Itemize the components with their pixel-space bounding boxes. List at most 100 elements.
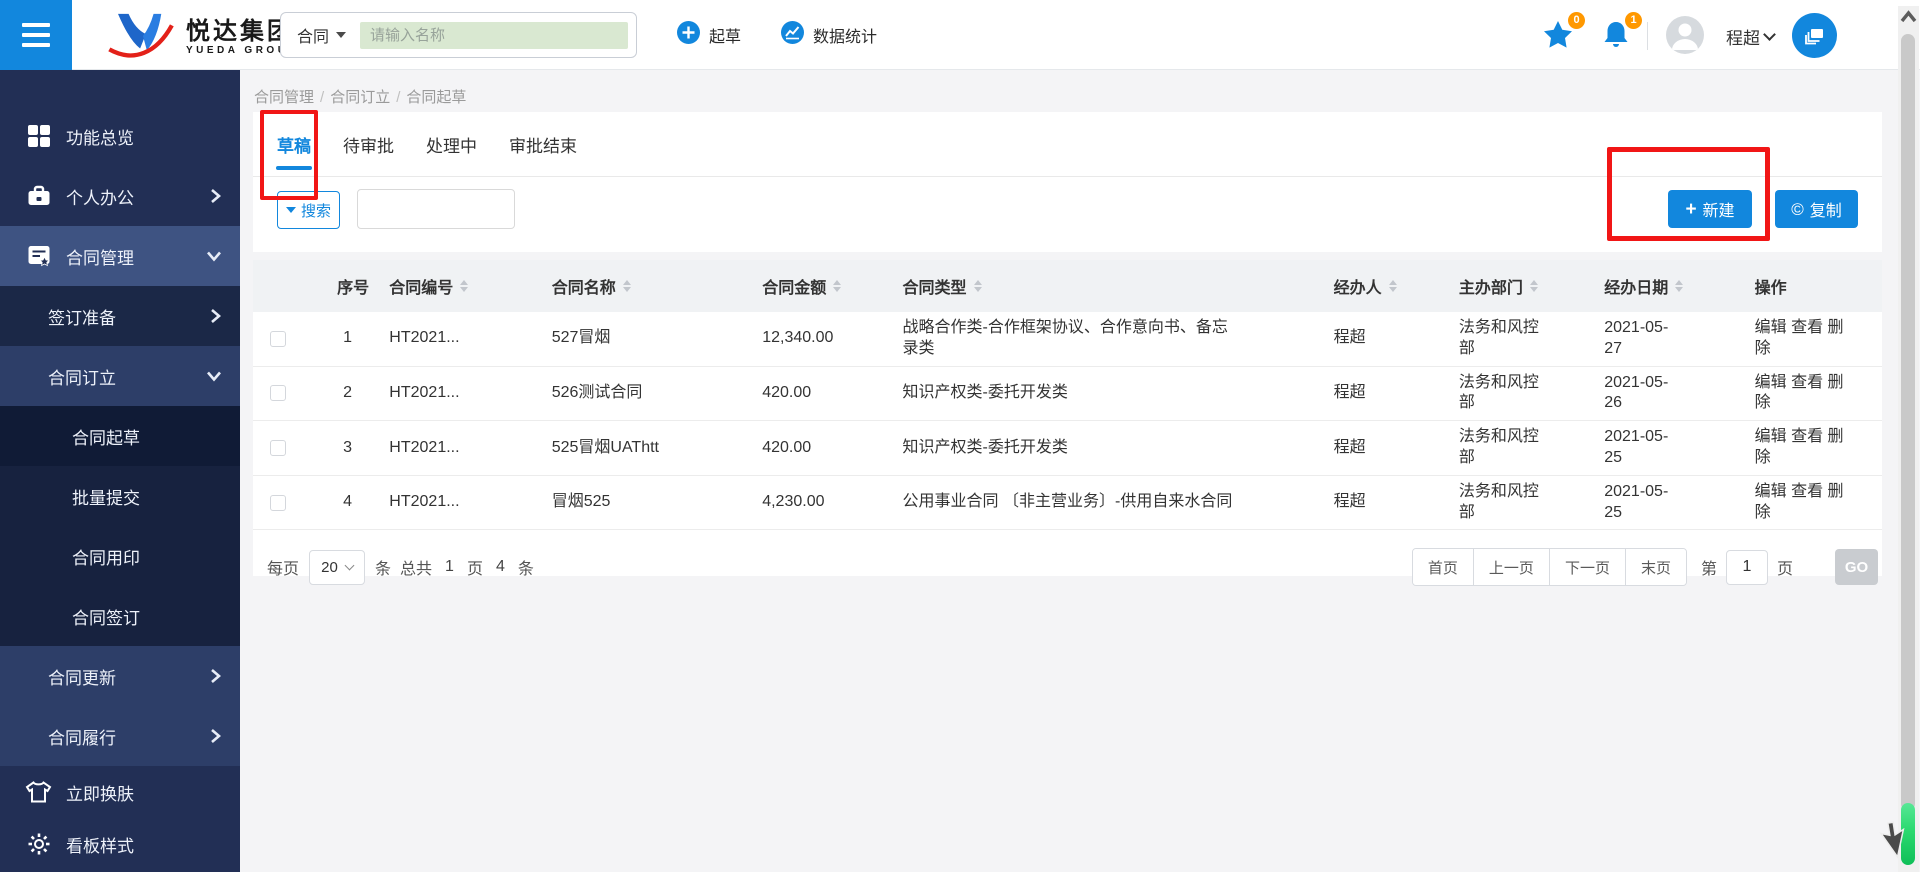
- sidebar-item-12[interactable]: 看板样式: [0, 818, 240, 870]
- column-header-name[interactable]: 合同名称: [544, 260, 755, 312]
- column-label: 经办人: [1334, 274, 1382, 298]
- sidebar-item-11[interactable]: 立即换肤: [0, 766, 240, 818]
- avatar[interactable]: [1666, 16, 1704, 54]
- sidebar-item-0[interactable]: 功能总览: [0, 106, 240, 166]
- checkbox-cell: [253, 312, 313, 366]
- sidebar-item-label: 功能总览: [66, 124, 134, 149]
- sort-icon[interactable]: [833, 280, 841, 292]
- tab-草稿[interactable]: 草稿: [277, 112, 311, 177]
- prev-page-button[interactable]: 上一页: [1473, 549, 1549, 585]
- go-button[interactable]: GO: [1835, 549, 1878, 585]
- breadcrumb-item[interactable]: 合同管理: [254, 89, 314, 106]
- header-divider: [1647, 22, 1648, 50]
- chevron-right-icon: [209, 188, 222, 204]
- ops-cell: 编辑 查看 删除: [1747, 366, 1882, 421]
- vertical-scrollbar[interactable]: [1898, 6, 1919, 872]
- amount-cell: 420.00: [754, 421, 894, 476]
- page-label: 页: [467, 555, 483, 579]
- column-header-date[interactable]: 经办日期: [1596, 260, 1746, 312]
- sort-icon[interactable]: [1389, 280, 1397, 292]
- ops-cell: 编辑 查看 删除: [1747, 312, 1882, 366]
- sidebar-item-10[interactable]: 合同履行: [0, 706, 240, 766]
- sidebar-item-label: 立即换肤: [66, 780, 134, 805]
- dept-cell: 法务和风控部: [1451, 366, 1596, 421]
- tab-待审批[interactable]: 待审批: [343, 112, 394, 177]
- favorites-badge: 0: [1568, 12, 1585, 29]
- edit-link[interactable]: 编辑: [1755, 428, 1787, 445]
- new-button[interactable]: + 新建: [1668, 190, 1752, 228]
- next-page-button[interactable]: 下一页: [1549, 549, 1625, 585]
- breadcrumb-item[interactable]: 合同订立: [330, 89, 390, 106]
- code-cell: HT2021...: [381, 421, 543, 476]
- search-category-dropdown[interactable]: 合同: [281, 23, 360, 47]
- sidebar-item-1[interactable]: 个人办公: [0, 166, 240, 226]
- scroll-marker-green: [1901, 803, 1915, 865]
- page-jump-input[interactable]: [1726, 550, 1768, 585]
- sidebar-item-3[interactable]: 签订准备: [0, 286, 240, 346]
- edit-link[interactable]: 编辑: [1755, 319, 1787, 336]
- edit-link[interactable]: 编辑: [1755, 483, 1787, 500]
- column-header-dept[interactable]: 主办部门: [1451, 260, 1596, 312]
- sidebar-item-5-active[interactable]: 合同起草: [0, 406, 240, 466]
- copy-button[interactable]: © 复制: [1775, 190, 1858, 228]
- notifications-button[interactable]: 1: [1602, 20, 1630, 55]
- statistics-button[interactable]: 数据统计: [781, 21, 877, 49]
- index-cell: 4: [313, 475, 381, 530]
- column-header-code[interactable]: 合同编号: [381, 260, 543, 312]
- sidebar-item-9[interactable]: 合同更新: [0, 646, 240, 706]
- tab-处理中[interactable]: 处理中: [426, 112, 477, 177]
- sidebar-item-label: 合同更新: [48, 664, 116, 689]
- filter-input[interactable]: [357, 189, 515, 229]
- sort-icon[interactable]: [460, 280, 468, 292]
- sidebar-item-8[interactable]: 合同签订: [0, 586, 240, 646]
- view-link[interactable]: 查看: [1791, 428, 1823, 445]
- sidebar-item-4[interactable]: 合同订立: [0, 346, 240, 406]
- breadcrumb-separator: /: [396, 89, 400, 106]
- column-header-type[interactable]: 合同类型: [895, 260, 1326, 312]
- edit-link[interactable]: 编辑: [1755, 374, 1787, 391]
- checkbox-cell: [253, 366, 313, 421]
- column-header-handler[interactable]: 经办人: [1326, 260, 1451, 312]
- top-header: 悦达集团 YUEDA GROUP 合同 请输入名称 起草: [0, 0, 1920, 70]
- company-logo: 悦达集团 YUEDA GROUP: [108, 10, 299, 65]
- page-size-select[interactable]: 20: [309, 550, 365, 585]
- type-cell: 知识产权类-委托开发类: [895, 366, 1326, 421]
- sidebar-item-6[interactable]: 批量提交: [0, 466, 240, 526]
- view-link[interactable]: 查看: [1791, 319, 1823, 336]
- row-checkbox[interactable]: [270, 385, 286, 401]
- sidebar-item-2[interactable]: 合同管理: [0, 226, 240, 286]
- scroll-up-icon[interactable]: [1900, 10, 1917, 29]
- table-row-2: 2HT2021...526测试合同420.00知识产权类-委托开发类程超法务和风…: [253, 366, 1882, 421]
- view-link[interactable]: 查看: [1791, 483, 1823, 500]
- amount-cell: 12,340.00: [754, 312, 894, 366]
- view-link[interactable]: 查看: [1791, 374, 1823, 391]
- breadcrumb-item[interactable]: 合同起草: [406, 89, 466, 106]
- column-header-amount[interactable]: 合同金额: [754, 260, 894, 312]
- workspace-switcher-button[interactable]: [1792, 13, 1837, 58]
- favorites-button[interactable]: 0: [1543, 20, 1573, 54]
- last-page-button[interactable]: 末页: [1625, 549, 1686, 585]
- menu-toggle-button[interactable]: [0, 0, 72, 70]
- search-input[interactable]: 请输入名称: [360, 22, 628, 49]
- sidebar-item-7[interactable]: 合同用印: [0, 526, 240, 586]
- user-menu[interactable]: 程超: [1726, 24, 1774, 49]
- row-checkbox[interactable]: [270, 495, 286, 511]
- row-checkbox[interactable]: [270, 440, 286, 456]
- sort-icon[interactable]: [974, 280, 982, 292]
- sort-icon[interactable]: [623, 280, 631, 292]
- sort-icon[interactable]: [1675, 280, 1683, 292]
- tab-审批结束[interactable]: 审批结束: [509, 112, 577, 177]
- checkbox-cell: [253, 421, 313, 476]
- sort-icon[interactable]: [1530, 280, 1538, 292]
- sidebar-item-label: 合同管理: [66, 244, 134, 269]
- briefcase-icon: [25, 183, 52, 209]
- column-label: 操作: [1755, 274, 1787, 298]
- search-button[interactable]: 搜索: [277, 191, 340, 229]
- first-page-button[interactable]: 首页: [1413, 549, 1473, 585]
- total-label: 总共: [400, 555, 432, 579]
- type-cell: 知识产权类-委托开发类: [895, 421, 1326, 476]
- draft-button[interactable]: 起草: [677, 21, 741, 49]
- scrollbar-thumb[interactable]: [1901, 34, 1915, 811]
- row-checkbox[interactable]: [270, 331, 286, 347]
- table-row-3: 3HT2021...525冒烟UAThtt420.00知识产权类-委托开发类程超…: [253, 421, 1882, 476]
